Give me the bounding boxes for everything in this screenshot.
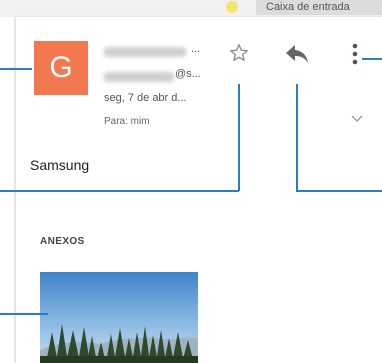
label-color-dot xyxy=(226,1,238,13)
callout-line-more xyxy=(362,58,382,60)
callout-line-avatar xyxy=(0,68,32,70)
attachments-heading: ANEXOS xyxy=(40,236,85,247)
sender-name-ellipsis: ... xyxy=(191,43,201,55)
callout-line-star-vertical xyxy=(238,84,240,191)
chevron-down-icon[interactable] xyxy=(351,115,363,123)
label-chip[interactable]: Caixa de entrada xyxy=(256,0,382,15)
star-outline-icon[interactable] xyxy=(228,42,250,64)
avatar[interactable]: G xyxy=(34,41,88,95)
callout-line-reply-vertical xyxy=(296,84,298,191)
sender-name-redacted xyxy=(104,47,186,57)
callout-line-attachment xyxy=(0,313,48,315)
callout-line-star xyxy=(0,190,239,192)
sender-email-trail: @s... xyxy=(175,68,201,80)
more-vert-icon[interactable] xyxy=(350,42,360,66)
attachment-thumbnail[interactable] xyxy=(40,272,198,363)
message-date: seg, 7 de abr d... xyxy=(104,92,187,104)
reply-icon[interactable] xyxy=(284,43,310,65)
message-subject: Samsung xyxy=(30,157,90,173)
callout-line-reply xyxy=(296,190,382,192)
sender-email-redacted xyxy=(104,72,174,82)
recipient-line: Para: mim xyxy=(104,116,150,127)
